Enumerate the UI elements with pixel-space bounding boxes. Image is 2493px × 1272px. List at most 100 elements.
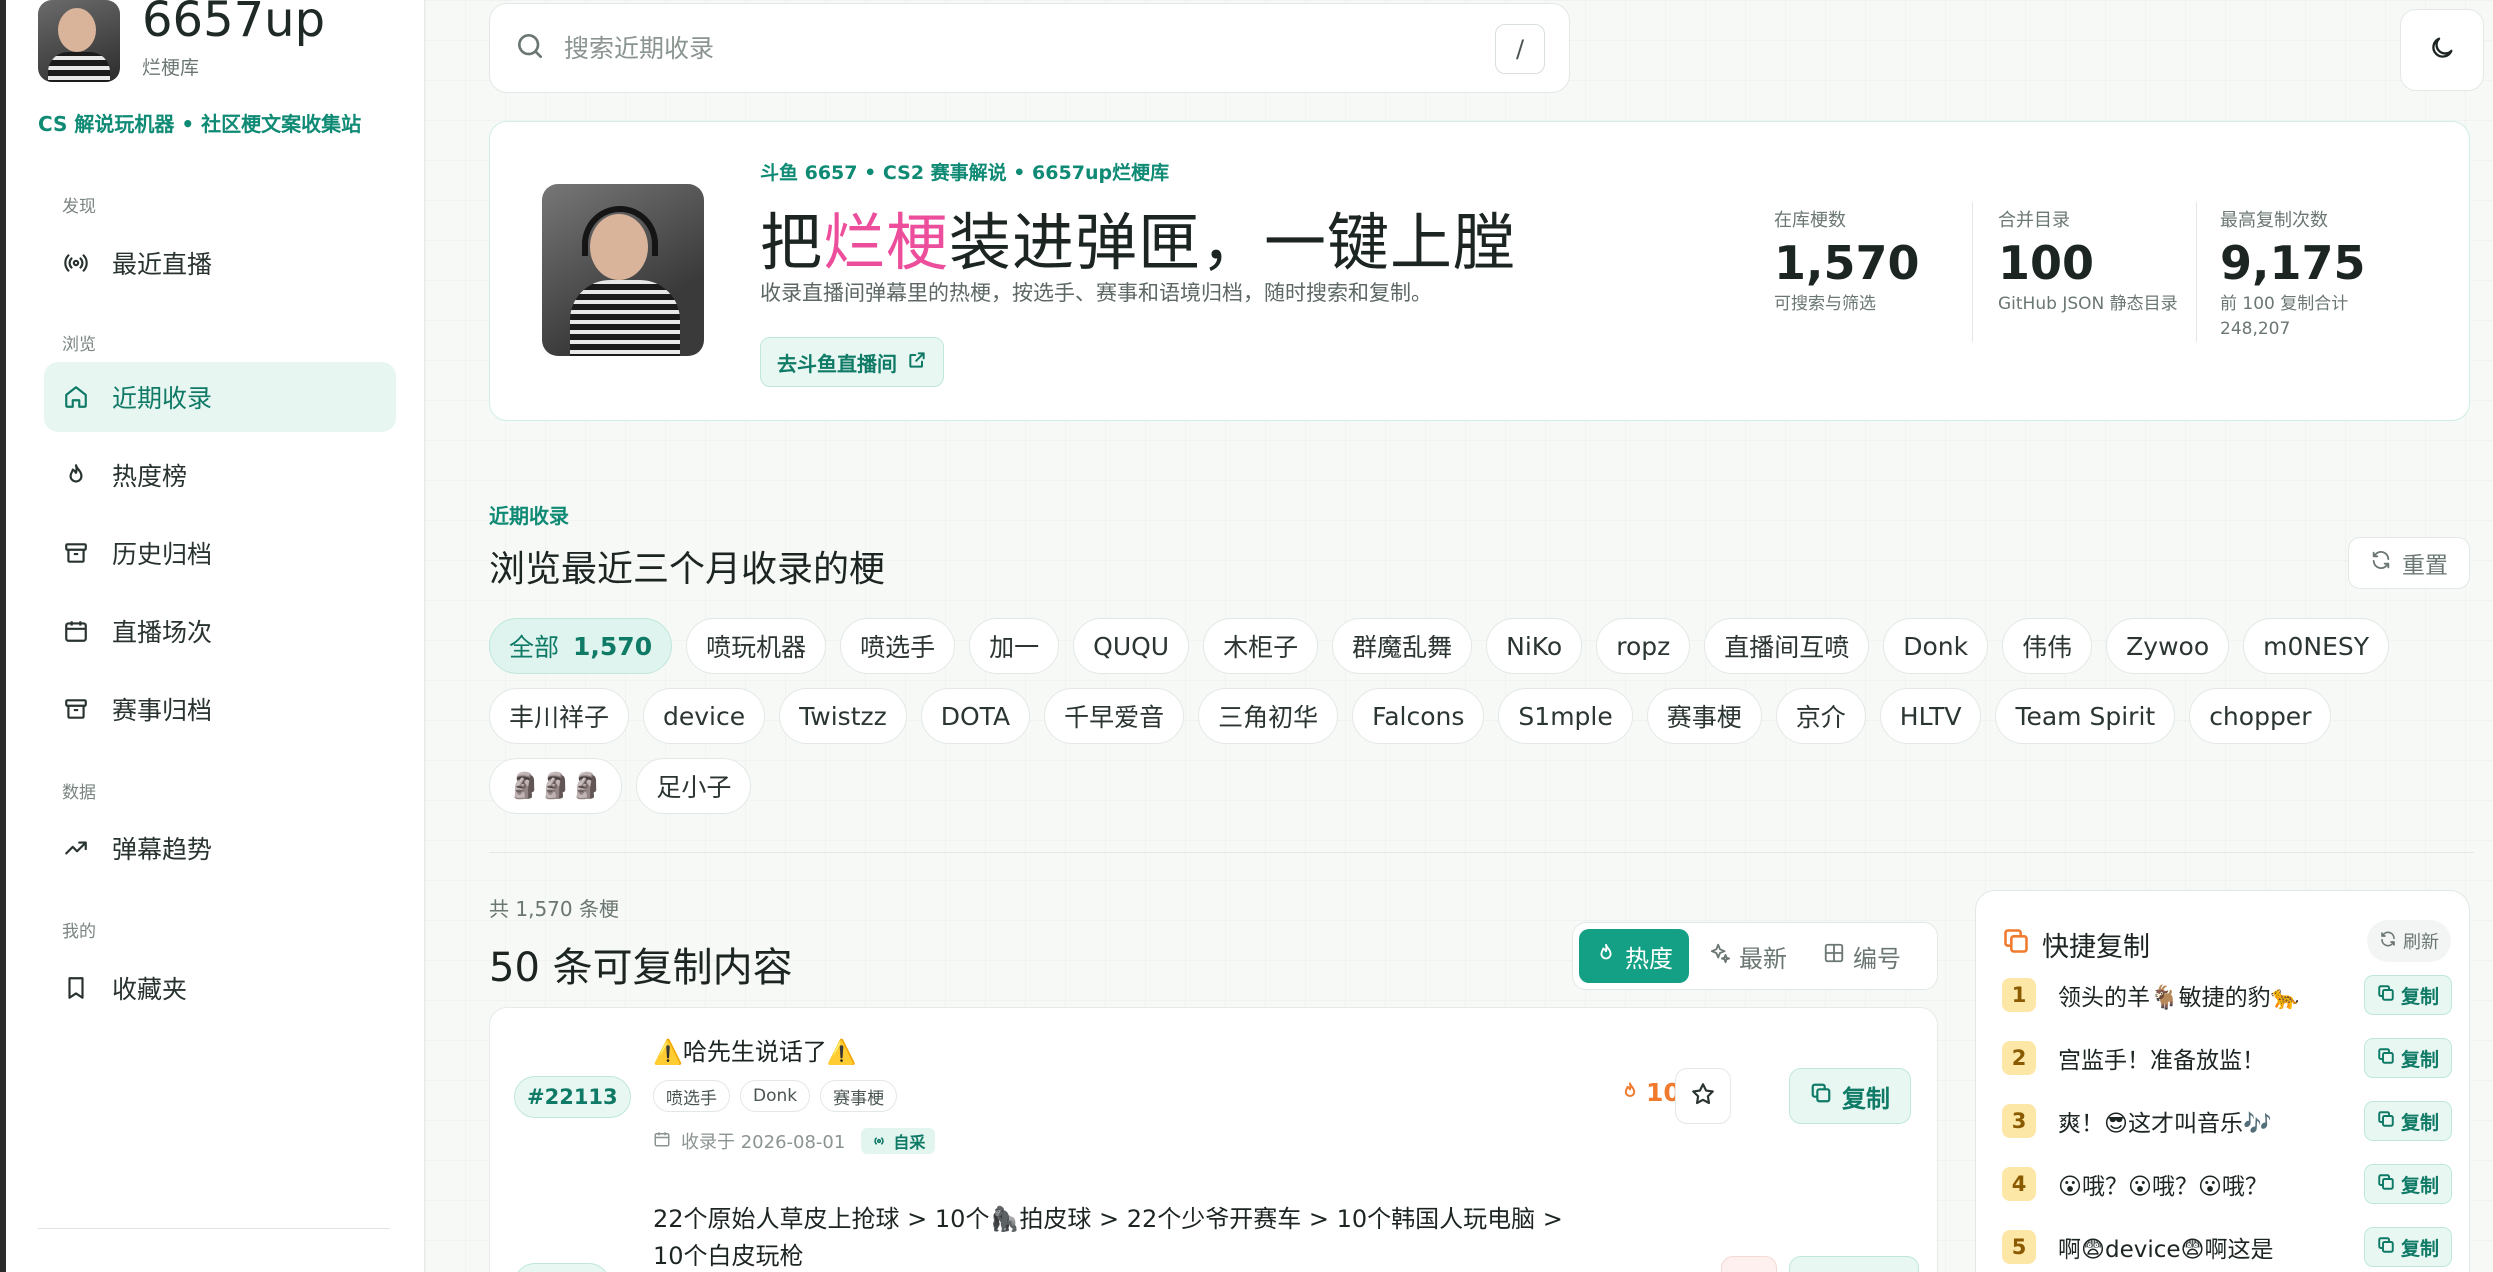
theme-toggle-button[interactable]	[2400, 9, 2484, 91]
reset-button[interactable]: 重置	[2348, 537, 2470, 589]
quick-copy-button[interactable]: 复制	[2363, 1227, 2452, 1267]
calendar-icon	[62, 617, 90, 645]
meme-card: 22个原始人草皮上抢球 > 10个🦍拍皮球 > 22个少爷开赛车 > 10个韩国…	[489, 1181, 1938, 1272]
copy-button[interactable]	[1789, 1256, 1919, 1272]
filter-tag-all[interactable]: 全部 1,570	[489, 618, 673, 674]
filter-tag[interactable]: DOTA	[920, 688, 1031, 744]
sort-by-id-button[interactable]: 编号	[1807, 929, 1917, 983]
section-divider	[489, 852, 2474, 853]
filter-tag[interactable]: QUQU	[1073, 618, 1190, 674]
quick-copy-text: 领头的羊🐐敏捷的豹🐆	[2058, 985, 2300, 1011]
quick-copy-button[interactable]: 复制	[2363, 1038, 2452, 1078]
quick-copy-button[interactable]: 复制	[2363, 1101, 2452, 1141]
sort-by-newest-button[interactable]: 最新	[1693, 929, 1803, 983]
copy-icon	[2377, 984, 2401, 1007]
sidebar-item-label: 直播场次	[112, 618, 213, 647]
hero-card: 斗鱼 6657 • CS2 赛事解说 • 6657up烂梗库 把烂梗装进弹匣，一…	[489, 121, 2470, 421]
sidebar-item-recent[interactable]: 近期收录	[44, 362, 396, 432]
filter-tag[interactable]: S1mple	[1498, 688, 1633, 744]
sidebar-item-label: 最近直播	[112, 250, 213, 279]
meme-id-badge[interactable]	[514, 1263, 610, 1272]
filter-tag[interactable]: 喷玩机器	[686, 618, 827, 674]
sidebar-item-label: 弹幕趋势	[112, 835, 213, 864]
meme-card: #22113 ⚠️哈先生说话了⚠️ 喷选手 Donk 赛事梗 收录于 2026-…	[489, 1007, 1938, 1182]
meme-tag[interactable]: Donk	[740, 1080, 811, 1112]
meme-tag[interactable]: 赛事梗	[820, 1080, 898, 1112]
filter-tag[interactable]: HLTV	[1879, 688, 1982, 744]
filter-tag[interactable]: Falcons	[1352, 688, 1485, 744]
copy-icon	[2377, 1110, 2401, 1133]
sparkle-icon	[1709, 942, 1739, 970]
sidebar-item-label: 赛事归档	[112, 696, 213, 725]
filter-tag[interactable]: 三角初华	[1198, 688, 1339, 744]
filter-tag[interactable]: 喷选手	[840, 618, 956, 674]
stat-divider	[2196, 202, 2197, 342]
nav-section-mine: 我的	[62, 922, 96, 942]
filter-tag[interactable]: m0NESY	[2243, 618, 2390, 674]
search-icon	[514, 30, 546, 66]
filter-tag[interactable]: Donk	[1883, 618, 1989, 674]
quick-copy-text: 爽！😎这才叫音乐🎶	[2058, 1111, 2272, 1137]
filter-tag[interactable]: device	[643, 688, 766, 744]
sidebar-item-hot[interactable]: 热度榜	[44, 440, 396, 510]
sidebar-item-events[interactable]: 赛事归档	[44, 674, 396, 744]
filter-tag[interactable]: 足小子	[636, 758, 752, 814]
trend-icon	[62, 834, 90, 862]
filter-tag[interactable]: 丰川祥子	[489, 688, 630, 744]
meme-tag[interactable]: 喷选手	[653, 1080, 730, 1112]
meme-id-badge[interactable]: #22113	[514, 1076, 631, 1118]
meme-date: 收录于 2026-08-01	[681, 1132, 846, 1153]
filter-tag[interactable]: 加一	[969, 618, 1060, 674]
filter-tag[interactable]: ropz	[1596, 618, 1691, 674]
brand-avatar	[38, 0, 120, 82]
favorite-button[interactable]	[1721, 1256, 1777, 1272]
filter-tag[interactable]: 伟伟	[2002, 618, 2093, 674]
search-bar[interactable]: /	[489, 3, 1570, 93]
search-input[interactable]	[564, 33, 1464, 63]
sidebar: 6657up 烂梗库 CS 解说玩机器 • 社区梗文案收集站 发现 最近直播 浏…	[0, 0, 425, 1272]
filter-tag[interactable]: 赛事梗	[1646, 688, 1762, 744]
stat-divider	[1972, 202, 1973, 342]
sidebar-item-trends[interactable]: 弹幕趋势	[44, 813, 396, 883]
copy-icon	[2377, 1173, 2401, 1196]
filter-tag[interactable]: 京介	[1775, 688, 1866, 744]
quick-copy-panel: 快捷复制 刷新 1 领头的羊🐐敏捷的豹🐆 复制 2 宫监手！准备放监！ 复制 3 爽！😎这才叫…	[1975, 890, 2470, 1272]
go-to-douyu-button[interactable]: 去斗鱼直播间	[760, 337, 944, 387]
rank-badge: 4	[2002, 1167, 2036, 1201]
filter-tag[interactable]: Twistzz	[779, 688, 907, 744]
filter-tag[interactable]: 群魔乱舞	[1332, 618, 1473, 674]
filter-tag[interactable]: 直播间互喷	[1704, 618, 1870, 674]
copy-icon	[2377, 1047, 2401, 1070]
filter-tag[interactable]: chopper	[2189, 688, 2332, 744]
stat-max-copies: 最高复制次数 9,175 前 100 复制合计 248,207	[2220, 210, 2366, 339]
filter-tag[interactable]: 木柜子	[1203, 618, 1319, 674]
refresh-button[interactable]: 刷新	[2367, 920, 2451, 962]
filter-tag[interactable]: 千早爱音	[1044, 688, 1185, 744]
copy-button[interactable]: 复制	[1789, 1068, 1911, 1124]
sidebar-item-sessions[interactable]: 直播场次	[44, 596, 396, 666]
sidebar-item-favorites[interactable]: 收藏夹	[44, 953, 396, 1023]
filter-tag[interactable]: 🗿🗿🗿	[489, 758, 623, 814]
sort-by-heat-button[interactable]: 热度	[1579, 929, 1689, 983]
meme-text: ⚠️哈先生说话了⚠️	[653, 1038, 857, 1066]
app-subtitle: 烂梗库	[142, 56, 200, 79]
quick-copy-text: 啊😨device😨啊这是	[2058, 1237, 2274, 1263]
section-kicker: 近期收录	[489, 504, 569, 528]
stat-total: 在库梗数 1,570 可搜索与筛选	[1774, 210, 1920, 314]
filter-tag[interactable]: Team Spirit	[1995, 688, 2176, 744]
sidebar-item-history[interactable]: 历史归档	[44, 518, 396, 588]
hero-kicker: 斗鱼 6657 • CS2 赛事解说 • 6657up烂梗库	[760, 162, 1170, 184]
filter-tag[interactable]: NiKo	[1486, 618, 1583, 674]
brand[interactable]: 6657up 烂梗库	[38, 0, 325, 82]
quick-copy-button[interactable]: 复制	[2363, 975, 2452, 1015]
copy-icon	[1810, 1082, 1842, 1110]
filter-tags: 全部 1,570 喷玩机器 喷选手 加一 QUQU 木柜子 群魔乱舞 NiKo ropz 直播间互…	[489, 618, 2474, 828]
filter-tag[interactable]: Zywoo	[2106, 618, 2230, 674]
nav-section-discover: 发现	[62, 197, 96, 217]
quick-copy-button[interactable]: 复制	[2363, 1164, 2452, 1204]
grid-icon	[1823, 942, 1853, 970]
sidebar-item-recent-live[interactable]: 最近直播	[44, 228, 396, 298]
sidebar-item-label: 收藏夹	[112, 975, 188, 1004]
sidebar-item-label: 近期收录	[112, 384, 213, 413]
favorite-button[interactable]	[1675, 1068, 1731, 1124]
